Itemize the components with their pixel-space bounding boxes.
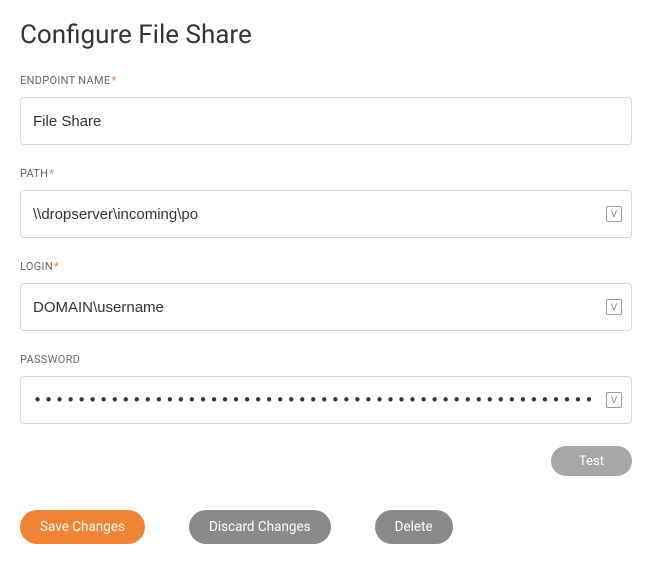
discard-button[interactable]: Discard Changes	[189, 510, 331, 544]
field-path: PATH* V	[20, 167, 632, 238]
input-wrap: V	[20, 376, 632, 424]
label-text: LOGIN	[20, 260, 53, 273]
variable-icon[interactable]: V	[606, 392, 622, 408]
label-text: ENDPOINT NAME	[20, 74, 110, 87]
login-label: LOGIN*	[20, 260, 632, 273]
page-title: Configure File Share	[20, 20, 632, 50]
variable-icon[interactable]: V	[606, 206, 622, 222]
action-button-row: Save Changes Discard Changes Delete	[20, 510, 632, 544]
input-wrap: V	[20, 283, 632, 331]
field-endpoint-name: ENDPOINT NAME*	[20, 74, 632, 145]
password-label: PASSWORD	[20, 353, 632, 366]
input-wrap: V	[20, 190, 632, 238]
label-text: PATH	[20, 167, 48, 180]
delete-button[interactable]: Delete	[375, 510, 453, 544]
input-wrap	[20, 97, 632, 145]
required-indicator: *	[49, 167, 54, 180]
test-button-row: Test	[20, 446, 632, 476]
test-button[interactable]: Test	[551, 446, 632, 476]
save-button[interactable]: Save Changes	[20, 510, 145, 544]
path-label: PATH*	[20, 167, 632, 180]
endpoint-name-input[interactable]	[20, 97, 632, 145]
variable-icon[interactable]: V	[606, 299, 622, 315]
required-indicator: *	[111, 74, 116, 87]
password-input[interactable]	[20, 376, 632, 424]
label-text: PASSWORD	[20, 353, 80, 366]
field-login: LOGIN* V	[20, 260, 632, 331]
required-indicator: *	[54, 260, 59, 273]
endpoint-name-label: ENDPOINT NAME*	[20, 74, 632, 87]
login-input[interactable]	[20, 283, 632, 331]
path-input[interactable]	[20, 190, 632, 238]
field-password: PASSWORD V	[20, 353, 632, 424]
